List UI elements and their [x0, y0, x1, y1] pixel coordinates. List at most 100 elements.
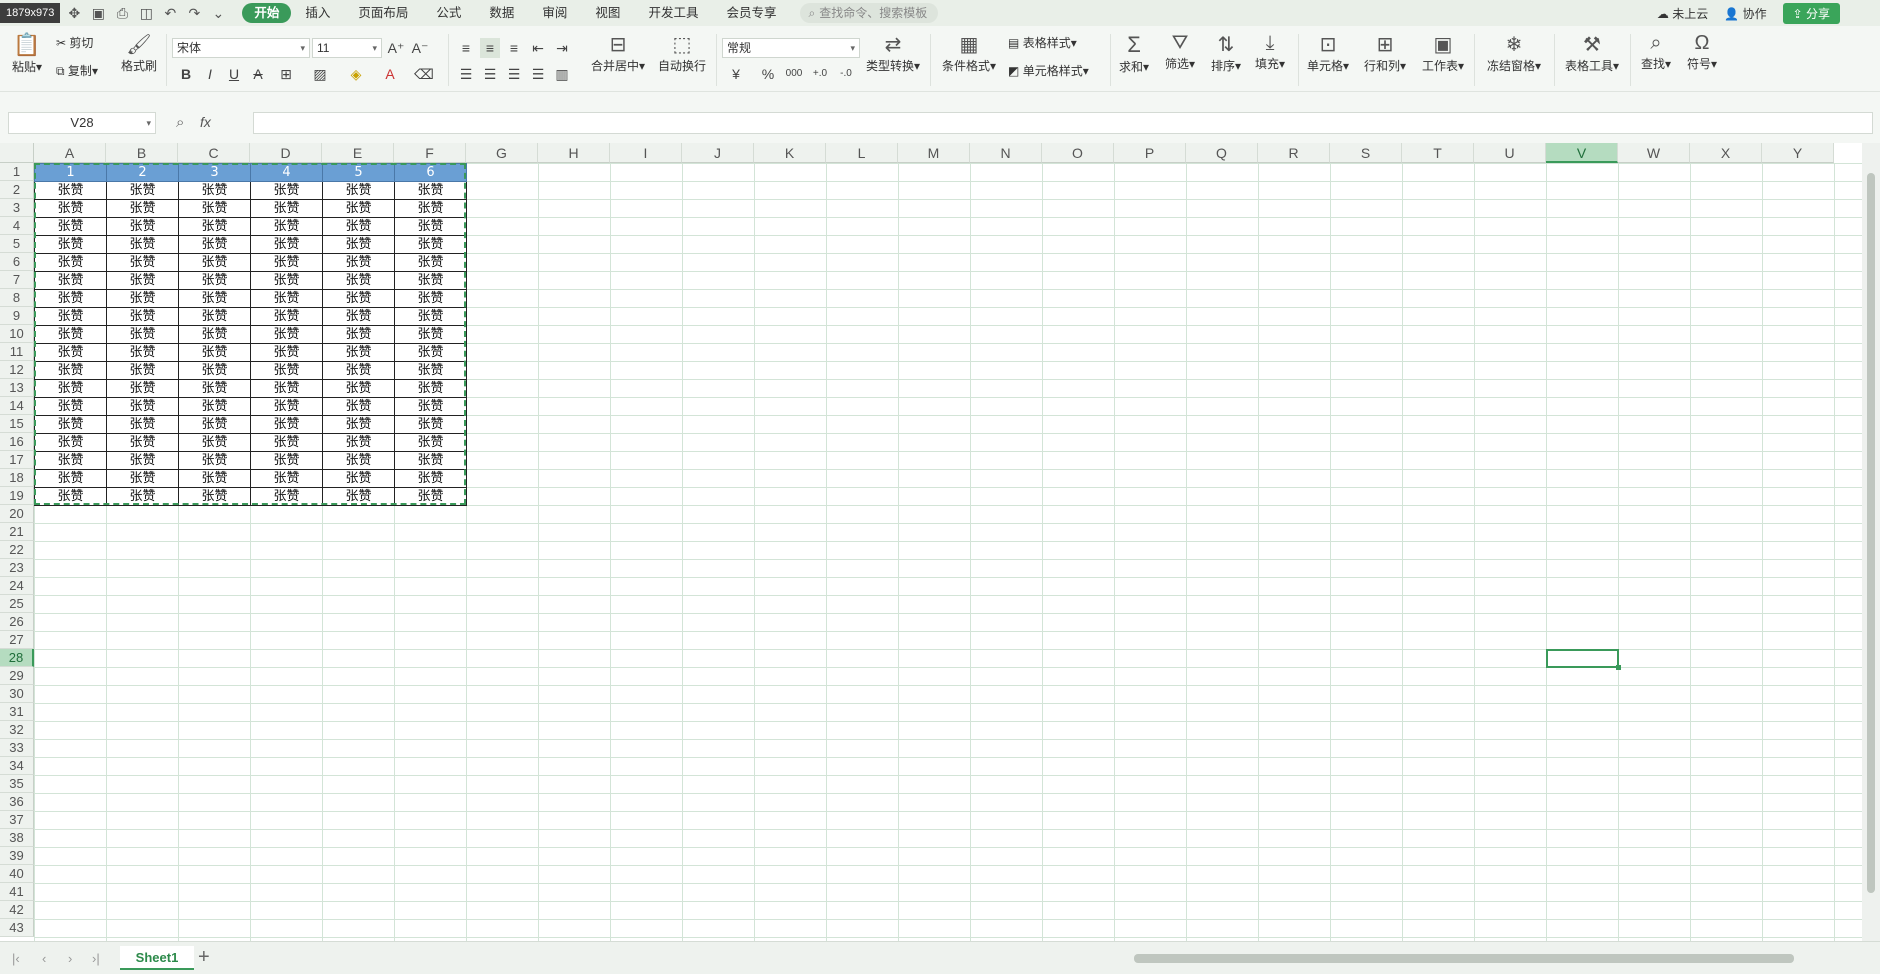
table-cell[interactable]: 张赞 [178, 451, 251, 470]
row-col-button[interactable]: ⊞ 行和列▾ [1358, 32, 1412, 74]
table-cell[interactable]: 张赞 [250, 487, 323, 506]
distributed-icon[interactable]: ▥ [552, 64, 572, 84]
table-cell[interactable]: 张赞 [106, 307, 179, 326]
header-cell[interactable]: 2 [106, 163, 179, 182]
table-cell[interactable]: 张赞 [106, 379, 179, 398]
column-header[interactable]: A [34, 143, 106, 163]
table-style-button[interactable]: ▤ 表格样式▾ [1008, 34, 1092, 51]
symbol-button[interactable]: Ω 符号▾ [1682, 32, 1722, 72]
table-cell[interactable]: 张赞 [178, 379, 251, 398]
column-header[interactable]: D [250, 143, 322, 163]
decrease-font-icon[interactable]: A⁻ [410, 38, 430, 58]
align-center-icon[interactable]: ☰ [480, 64, 500, 84]
fx-icon[interactable]: fx [200, 114, 211, 130]
table-cell[interactable]: 张赞 [106, 253, 179, 272]
table-cell[interactable]: 张赞 [322, 325, 395, 344]
row-header[interactable]: 23 [0, 559, 34, 577]
column-header[interactable]: R [1258, 143, 1330, 163]
row-header[interactable]: 38 [0, 829, 34, 847]
name-box[interactable]: V28 ▾ [8, 112, 156, 134]
table-cell[interactable]: 张赞 [178, 289, 251, 308]
row-header[interactable]: 43 [0, 919, 34, 937]
row-header[interactable]: 19 [0, 487, 34, 505]
justify-icon[interactable]: ☰ [528, 64, 548, 84]
table-cell[interactable]: 张赞 [322, 487, 395, 506]
align-bottom-icon[interactable]: ≡ [504, 38, 524, 58]
table-cell[interactable]: 张赞 [106, 235, 179, 254]
row-header[interactable]: 5 [0, 235, 34, 253]
table-cell[interactable]: 张赞 [394, 451, 467, 470]
table-cell[interactable]: 张赞 [322, 307, 395, 326]
column-header[interactable]: O [1042, 143, 1114, 163]
menu-tab[interactable]: 插入 [291, 3, 344, 23]
row-header[interactable]: 41 [0, 883, 34, 901]
table-cell[interactable]: 张赞 [322, 397, 395, 416]
redo-icon[interactable]: ↷ [184, 3, 204, 23]
table-cell[interactable]: 张赞 [394, 235, 467, 254]
strikethrough-icon[interactable]: A [248, 64, 268, 84]
table-cell[interactable]: 张赞 [34, 379, 107, 398]
table-cell[interactable]: 张赞 [250, 379, 323, 398]
row-header[interactable]: 25 [0, 595, 34, 613]
spreadsheet-grid[interactable]: ABCDEFGHIJKLMNOPQRSTUVWXY 1 2 3 4 5 6 7 8 9 10 11 1… [0, 143, 1862, 941]
align-top-icon[interactable]: ≡ [456, 38, 476, 58]
table-cell[interactable]: 张赞 [250, 361, 323, 380]
add-sheet-icon[interactable]: + [198, 946, 210, 969]
column-header[interactable]: X [1690, 143, 1762, 163]
table-cell[interactable]: 张赞 [394, 307, 467, 326]
row-header[interactable]: 32 [0, 721, 34, 739]
column-header[interactable]: G [466, 143, 538, 163]
table-cell[interactable]: 张赞 [394, 217, 467, 236]
row-header[interactable]: 34 [0, 757, 34, 775]
table-cell[interactable]: 张赞 [178, 181, 251, 200]
menu-tab[interactable]: 视图 [581, 3, 634, 23]
table-cell[interactable]: 张赞 [34, 397, 107, 416]
table-cell[interactable]: 张赞 [322, 235, 395, 254]
table-cell[interactable]: 张赞 [394, 325, 467, 344]
table-cell[interactable]: 张赞 [322, 181, 395, 200]
header-cell[interactable]: 3 [178, 163, 251, 182]
table-cell[interactable]: 张赞 [106, 325, 179, 344]
table-cell[interactable]: 张赞 [106, 487, 179, 506]
row-header[interactable]: 4 [0, 217, 34, 235]
row-header[interactable]: 9 [0, 307, 34, 325]
table-cell[interactable]: 张赞 [394, 199, 467, 218]
align-right-icon[interactable]: ☰ [504, 64, 524, 84]
table-cell[interactable]: 张赞 [250, 307, 323, 326]
table-cell[interactable]: 张赞 [106, 397, 179, 416]
table-cell[interactable]: 张赞 [178, 433, 251, 452]
row-header[interactable]: 29 [0, 667, 34, 685]
row-header[interactable]: 12 [0, 361, 34, 379]
table-cell[interactable]: 张赞 [106, 451, 179, 470]
decrease-indent-icon[interactable]: ⇤ [528, 38, 548, 58]
sort-button[interactable]: ⇅ 排序▾ [1206, 32, 1246, 74]
table-cell[interactable]: 张赞 [322, 271, 395, 290]
select-all-corner[interactable] [0, 143, 34, 163]
column-header[interactable]: H [538, 143, 610, 163]
table-cell[interactable]: 张赞 [178, 361, 251, 380]
table-cell[interactable]: 张赞 [250, 415, 323, 434]
formula-input[interactable] [253, 112, 1873, 134]
column-header[interactable]: C [178, 143, 250, 163]
fill-color-icon[interactable]: ◈ [346, 64, 366, 84]
table-cell[interactable]: 张赞 [178, 307, 251, 326]
row-header[interactable]: 42 [0, 901, 34, 919]
type-convert-button[interactable]: ⇄ 类型转换▾ [862, 32, 924, 74]
row-header[interactable]: 7 [0, 271, 34, 289]
table-cell[interactable]: 张赞 [394, 289, 467, 308]
conditional-format-button[interactable]: ▦ 条件格式▾ [938, 32, 1000, 74]
table-cell[interactable]: 张赞 [34, 343, 107, 362]
quick-access-dropdown-icon[interactable]: ⌄ [208, 3, 228, 23]
print-preview-icon[interactable]: ◫ [136, 3, 156, 23]
table-cell[interactable]: 张赞 [394, 379, 467, 398]
row-header[interactable]: 24 [0, 577, 34, 595]
table-cell[interactable]: 张赞 [34, 433, 107, 452]
row-header[interactable]: 37 [0, 811, 34, 829]
border-icon[interactable]: ⊞ [276, 64, 296, 84]
table-cell[interactable]: 张赞 [394, 487, 467, 506]
header-cell[interactable]: 4 [250, 163, 323, 182]
underline-icon[interactable]: U [224, 64, 244, 84]
font-name-select[interactable]: 宋体 ▾ [172, 38, 310, 58]
table-cell[interactable]: 张赞 [178, 469, 251, 488]
menu-tab[interactable]: 开发工具 [634, 3, 712, 23]
